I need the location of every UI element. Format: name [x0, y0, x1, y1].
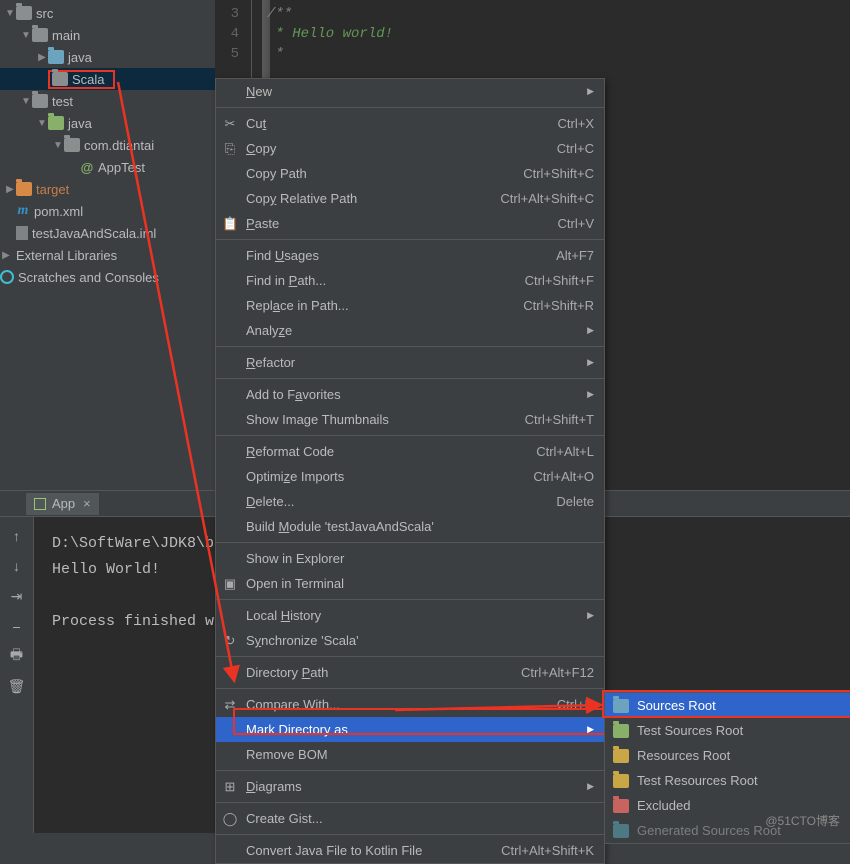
menu-open-terminal[interactable]: ▣Open in Terminal: [216, 571, 604, 596]
tree-src[interactable]: ▼ src: [0, 2, 215, 24]
sync-icon: ↻: [222, 633, 238, 649]
folder-icon: [48, 50, 64, 64]
tree-test-java[interactable]: ▼ java: [0, 112, 215, 134]
tree-target[interactable]: ▶ target: [0, 178, 215, 200]
folder-icon: [613, 824, 629, 838]
submenu-test-resources-root[interactable]: Test Resources Root: [605, 768, 850, 793]
menu-build-module[interactable]: Build Module 'testJavaAndScala': [216, 514, 604, 539]
cut-icon: ✂: [222, 116, 238, 132]
menu-find-usages[interactable]: Find UsagesAlt+F7: [216, 243, 604, 268]
folder-icon: [613, 774, 629, 788]
compare-icon: ⇄: [222, 697, 238, 713]
tree-java[interactable]: ▶ java: [0, 46, 215, 68]
folder-icon: [613, 749, 629, 763]
folder-icon: [613, 699, 629, 713]
tree-apptest[interactable]: @ AppTest: [0, 156, 215, 178]
menu-copy-rel-path[interactable]: Copy Relative PathCtrl+Alt+Shift+C: [216, 186, 604, 211]
menu-delete[interactable]: Delete...Delete: [216, 489, 604, 514]
menu-reformat[interactable]: Reformat CodeCtrl+Alt+L: [216, 439, 604, 464]
menu-synchronize[interactable]: ↻Synchronize 'Scala': [216, 628, 604, 653]
run-icon: [34, 498, 46, 510]
menu-show-explorer[interactable]: Show in Explorer: [216, 546, 604, 571]
folder-icon: [52, 72, 68, 86]
copy-icon: ⎘: [222, 141, 238, 157]
tree-main[interactable]: ▼ main: [0, 24, 215, 46]
menu-paste[interactable]: 📋PasteCtrl+V: [216, 211, 604, 236]
menu-analyze[interactable]: Analyze: [216, 318, 604, 343]
menu-refactor[interactable]: Refactor: [216, 350, 604, 375]
project-tree[interactable]: ▼ src ▼ main ▶ java Scala ▼ test ▼ java …: [0, 0, 215, 490]
run-toolbar: ↑ ↓ ⇥ ⎯ 🖶 🗑: [0, 517, 34, 833]
trash-icon[interactable]: 🗑: [8, 677, 26, 695]
close-icon[interactable]: ×: [83, 496, 91, 511]
menu-directory-path[interactable]: Directory PathCtrl+Alt+F12: [216, 660, 604, 685]
menu-thumbnails[interactable]: Show Image ThumbnailsCtrl+Shift+T: [216, 407, 604, 432]
maven-icon: m: [16, 204, 30, 218]
folder-icon: [32, 28, 48, 42]
menu-new[interactable]: NNewew: [216, 79, 604, 104]
submenu-test-sources-root[interactable]: Test Sources Root: [605, 718, 850, 743]
folder-icon: [16, 6, 32, 20]
menu-copy-path[interactable]: Copy PathCtrl+Shift+C: [216, 161, 604, 186]
wrap-icon[interactable]: ⇥: [8, 587, 26, 605]
tree-iml[interactable]: testJavaAndScala.iml: [0, 222, 215, 244]
watermark: @51CTO博客: [765, 812, 840, 829]
tree-scratches[interactable]: Scratches and Consoles: [0, 266, 215, 288]
submenu-sources-root[interactable]: Sources Root: [605, 693, 850, 718]
down-arrow-icon[interactable]: ↓: [8, 557, 26, 575]
up-arrow-icon[interactable]: ↑: [8, 527, 26, 545]
menu-cut[interactable]: ✂CutCtrl+X: [216, 111, 604, 136]
run-tab-app[interactable]: App ×: [26, 493, 99, 515]
folder-icon: [32, 94, 48, 108]
terminal-icon: ▣: [222, 576, 238, 592]
menu-create-gist[interactable]: ◯Create Gist...: [216, 806, 604, 831]
folder-icon: [64, 138, 80, 152]
menu-replace-in-path[interactable]: Replace in Path...Ctrl+Shift+R: [216, 293, 604, 318]
tree-pom[interactable]: m pom.xml: [0, 200, 215, 222]
file-icon: [16, 226, 28, 240]
menu-diagrams[interactable]: ⊞Diagrams: [216, 774, 604, 799]
scratches-icon: [0, 270, 14, 284]
test-class-icon: @: [80, 160, 94, 175]
tree-test[interactable]: ▼ test: [0, 90, 215, 112]
menu-mark-directory-as[interactable]: Mark Directory as ▶: [216, 717, 604, 742]
submenu-resources-root[interactable]: Resources Root: [605, 743, 850, 768]
menu-local-history[interactable]: Local History: [216, 603, 604, 628]
tree-pkg[interactable]: ▼ com.dtiantai: [0, 134, 215, 156]
tree-extlib[interactable]: ▶ External Libraries: [0, 244, 215, 266]
menu-optimize-imports[interactable]: Optimize ImportsCtrl+Alt+O: [216, 464, 604, 489]
menu-find-in-path[interactable]: Find in Path...Ctrl+Shift+F: [216, 268, 604, 293]
menu-add-favorites[interactable]: Add to Favorites: [216, 382, 604, 407]
tree-scala[interactable]: Scala: [0, 68, 215, 90]
context-menu: NNewew ✂CutCtrl+X ⎘CopyCtrl+C Copy PathC…: [215, 78, 605, 864]
folder-icon: [48, 116, 64, 130]
folder-icon: [16, 182, 32, 196]
folder-icon: [613, 799, 629, 813]
print-icon[interactable]: 🖶: [8, 647, 26, 665]
menu-remove-bom[interactable]: Remove BOM: [216, 742, 604, 767]
menu-compare-with[interactable]: ⇄Compare With...Ctrl+D: [216, 692, 604, 717]
gutter: 345: [215, 0, 243, 64]
folder-icon: [613, 724, 629, 738]
scroll-icon[interactable]: ⎯: [8, 617, 26, 635]
menu-copy[interactable]: ⎘CopyCtrl+C: [216, 136, 604, 161]
github-icon: ◯: [222, 811, 238, 827]
paste-icon: 📋: [222, 216, 238, 232]
menu-convert-kotlin[interactable]: Convert Java File to Kotlin FileCtrl+Alt…: [216, 838, 604, 863]
diagram-icon: ⊞: [222, 779, 238, 795]
